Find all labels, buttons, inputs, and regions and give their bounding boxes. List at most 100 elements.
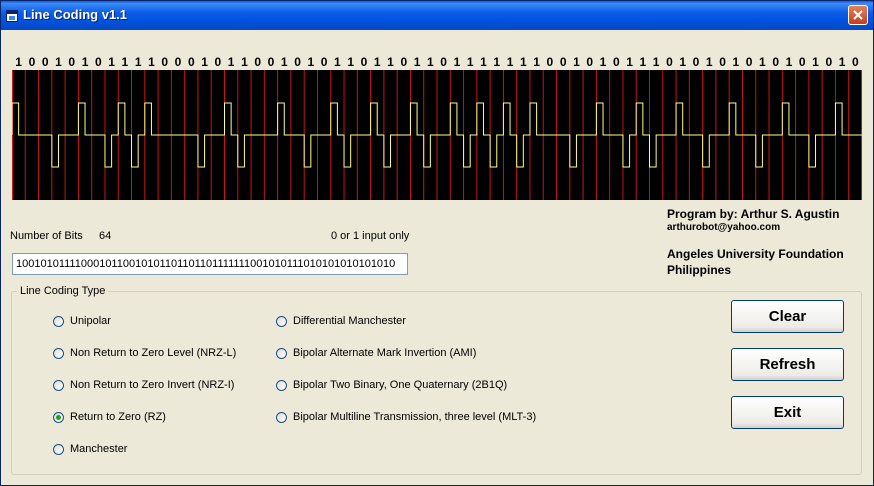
bit-label: 1	[121, 55, 129, 69]
bit-label: 1	[201, 55, 208, 69]
bit-label: 0	[68, 55, 76, 69]
clear-button[interactable]: Clear	[731, 300, 844, 333]
bit-label: 0	[267, 55, 275, 69]
radio-option[interactable]: Unipolar	[53, 314, 111, 328]
input-hint: 0 or 1 input only	[331, 230, 410, 242]
radio-button[interactable]	[53, 347, 64, 359]
radio-label: Unipolar	[70, 315, 111, 327]
radio-button[interactable]	[53, 379, 64, 391]
bit-label: 1	[573, 55, 580, 69]
bit-label: 0	[772, 55, 780, 69]
bit-label: 1	[812, 55, 819, 69]
bit-label: 1	[785, 55, 793, 69]
bit-label: 1	[108, 55, 115, 69]
bit-label: 1	[626, 55, 633, 69]
bit-label: 1	[759, 55, 766, 69]
bit-label: 1	[413, 55, 421, 69]
radio-option[interactable]: Bipolar Two Binary, One Quaternary (2B1Q…	[276, 378, 507, 392]
bit-label: 0	[612, 55, 620, 69]
bit-label: 1	[334, 55, 341, 69]
bit-label: 0	[666, 55, 673, 69]
bit-label: 1	[427, 55, 434, 69]
radio-option[interactable]: Return to Zero (RZ)	[53, 410, 166, 424]
bit-label: 0	[825, 55, 833, 69]
close-button[interactable]	[848, 5, 868, 25]
bit-label: 1	[466, 55, 474, 69]
radio-option[interactable]: Non Return to Zero Level (NRZ-L)	[53, 346, 236, 360]
radio-label: Return to Zero (RZ)	[70, 411, 166, 423]
radio-button[interactable]	[276, 347, 287, 359]
line-coding-group-label: Line Coding Type	[17, 285, 109, 297]
bit-label: 1	[599, 55, 607, 69]
bit-labels-row: 1001010111100010110010101101101101111111…	[1, 55, 873, 69]
bit-label: 0	[254, 55, 262, 69]
bit-label: 0	[360, 55, 368, 69]
bit-label: 1	[705, 55, 713, 69]
bit-label: 0	[41, 55, 49, 69]
radio-label: Bipolar Alternate Mark Invertion (AMI)	[293, 347, 477, 359]
bit-label: 1	[280, 55, 288, 69]
radio-option[interactable]: Bipolar Multiline Transmission, three le…	[276, 410, 536, 424]
bits-input[interactable]	[12, 253, 408, 275]
radio-button[interactable]	[276, 315, 287, 327]
bit-label: 1	[493, 55, 501, 69]
radio-label: Differential Manchester	[293, 315, 406, 327]
radio-button[interactable]	[276, 411, 287, 423]
radio-button[interactable]	[53, 443, 64, 455]
close-icon	[853, 10, 863, 20]
radio-button[interactable]	[276, 379, 287, 391]
author-email: arthurobot@yahoo.com	[667, 222, 781, 233]
radio-button[interactable]	[53, 411, 64, 423]
bit-label: 1	[227, 55, 235, 69]
bit-label: 1	[241, 55, 248, 69]
bit-label: 0	[852, 55, 859, 69]
title-bar[interactable]: Line Coding v1.1	[1, 1, 873, 30]
bit-label: 1	[506, 55, 514, 69]
bit-label: 1	[15, 55, 22, 69]
bit-label: 1	[55, 55, 62, 69]
app-icon[interactable]	[6, 9, 18, 22]
bit-label: 0	[161, 55, 169, 69]
bit-label: 1	[347, 55, 355, 69]
radio-label: Bipolar Multiline Transmission, three le…	[293, 411, 537, 423]
bit-label: 0	[174, 55, 182, 69]
program-by: Program by: Arthur S. Agustin	[667, 207, 840, 221]
bit-label: 0	[214, 55, 222, 69]
bit-label: 0	[320, 55, 328, 69]
exit-button[interactable]: Exit	[731, 396, 844, 429]
bit-label: 0	[745, 55, 753, 69]
bit-label: 1	[307, 55, 315, 69]
bit-label: 0	[94, 55, 102, 69]
bit-label: 1	[148, 55, 155, 69]
radio-option[interactable]: Bipolar Alternate Mark Invertion (AMI)	[276, 346, 476, 360]
window-title: Line Coding v1.1	[23, 7, 128, 22]
bit-label: 1	[480, 55, 487, 69]
radio-option[interactable]: Manchester	[53, 442, 127, 456]
radio-label: Non Return to Zero Invert (NRZ-I)	[70, 379, 235, 391]
radio-label: Manchester	[70, 443, 128, 455]
organization-name: Angeles University Foundation	[667, 247, 844, 261]
radio-label: Bipolar Two Binary, One Quaternary (2B1Q…	[293, 379, 508, 391]
app-window: Line Coding v1.1 10010101111000101100101…	[0, 0, 874, 486]
bit-label: 1	[134, 55, 142, 69]
radio-button[interactable]	[53, 315, 64, 327]
radio-option[interactable]: Non Return to Zero Invert (NRZ-I)	[53, 378, 234, 392]
number-of-bits-value: 64	[99, 230, 112, 242]
refresh-button[interactable]: Refresh	[731, 348, 844, 381]
bit-label: 1	[387, 55, 394, 69]
bit-label: 0	[187, 55, 195, 69]
bit-label: 1	[453, 55, 461, 69]
bit-label: 1	[81, 55, 89, 69]
bit-label: 1	[679, 55, 687, 69]
bit-label: 0	[798, 55, 806, 69]
organization-country: Philippines	[667, 263, 732, 277]
bit-label: 1	[732, 55, 740, 69]
bit-label: 1	[533, 55, 540, 69]
bit-label: 0	[559, 55, 567, 69]
bit-label: 1	[639, 55, 647, 69]
bit-label: 0	[719, 55, 726, 69]
radio-option[interactable]: Differential Manchester	[276, 314, 406, 328]
bit-label: 0	[294, 55, 301, 69]
bit-label: 0	[400, 55, 408, 69]
waveform-plot	[12, 70, 862, 200]
